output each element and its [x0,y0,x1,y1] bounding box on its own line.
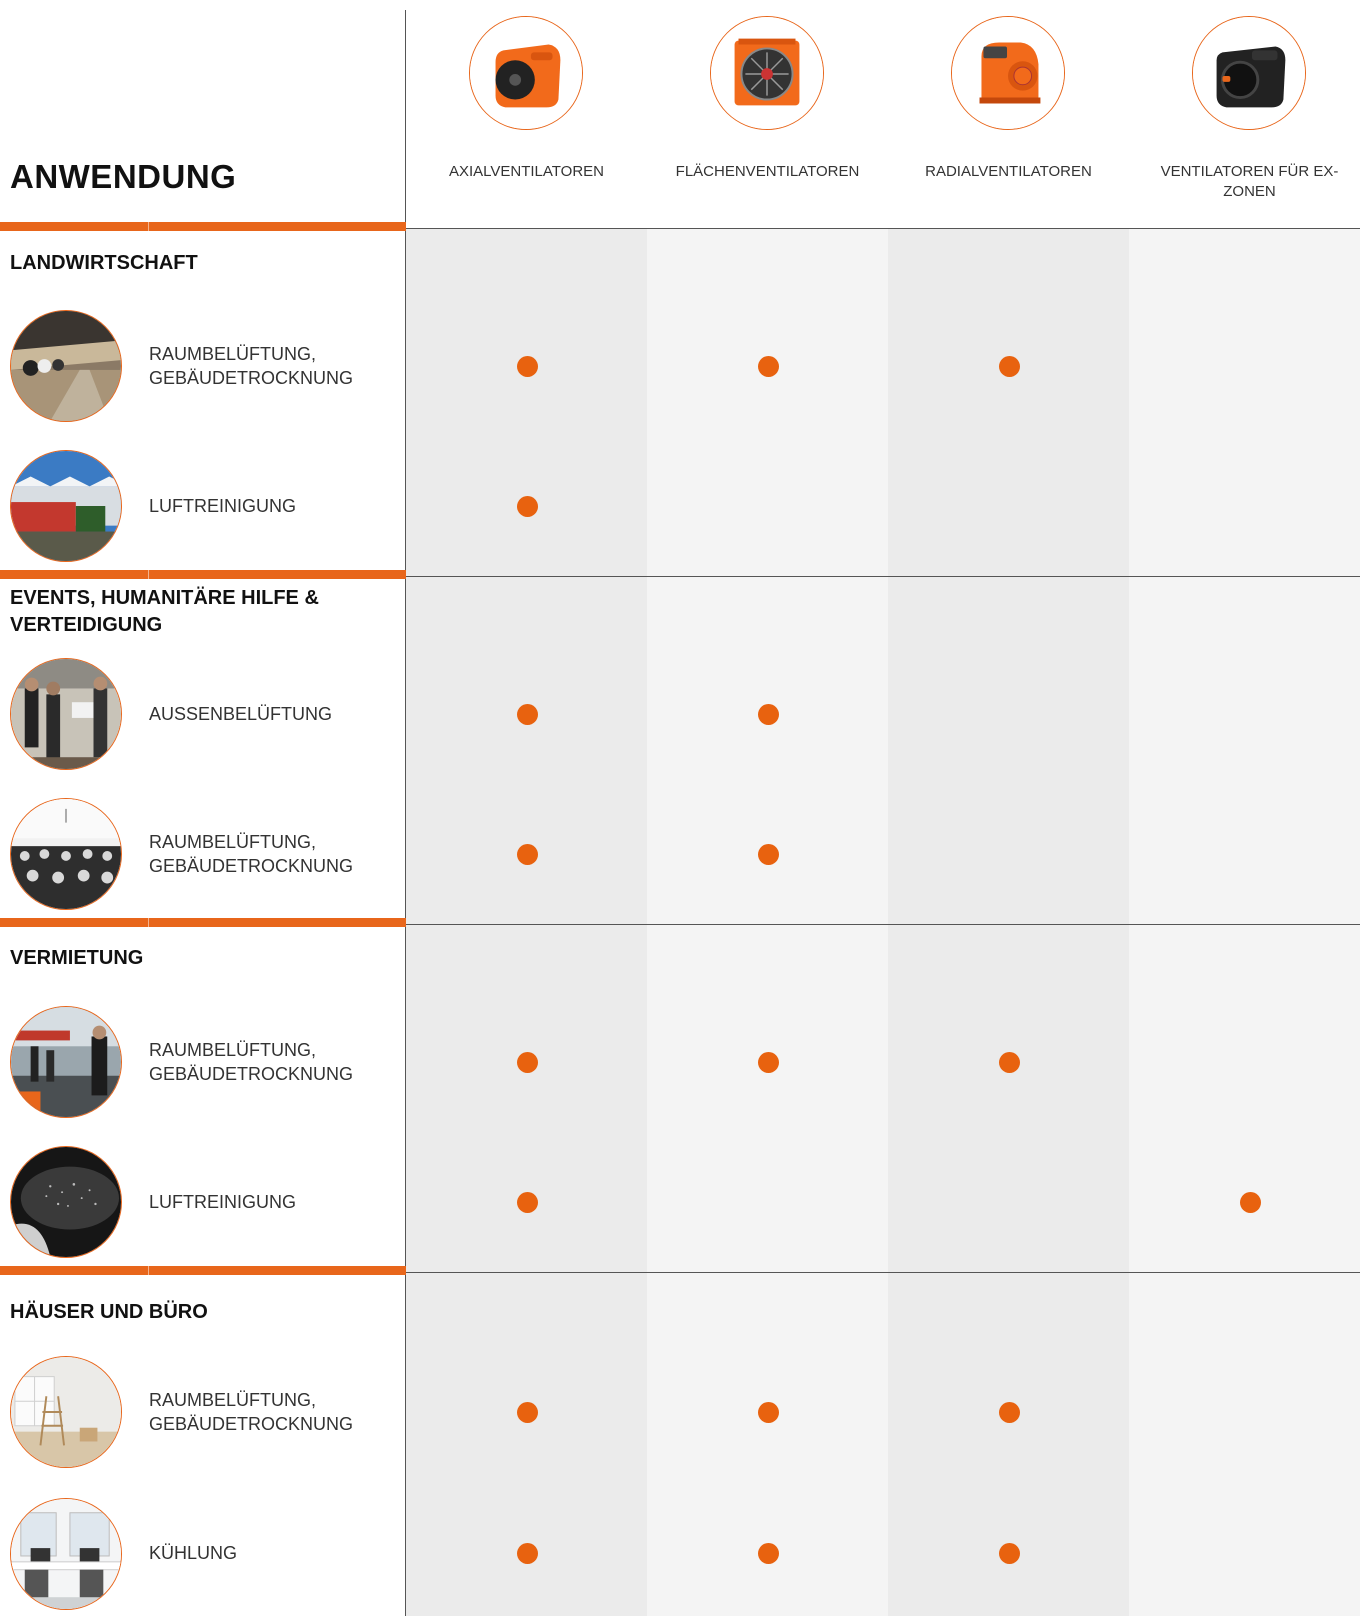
row-divider [406,228,1360,229]
application-label: RAUMBELÜFTUNG, GEBÄUDETROCKNUNG [149,1390,354,1434]
section-divider-bar [0,222,406,231]
section-title: VERMIETUNG [10,947,144,969]
product-column-header: RADIALVENTILATOREN [888,0,1129,228]
applicability-dot [516,356,538,377]
applicability-dot [516,1192,538,1213]
axial-fan-icon [469,16,583,130]
application-label: AUSSENBELÜFTUNG [149,704,333,724]
event-hall-photo [10,798,122,910]
applicability-dot [998,1402,1020,1423]
empty-room-photo [10,1356,122,1468]
applicability-dot [998,1052,1020,1073]
application-label: RAUMBELÜFTUNG, GEBÄUDETROCKNUNG [149,1040,354,1084]
applicability-dot [757,844,779,865]
application-label: RAUMBELÜFTUNG, GEBÄUDETROCKNUNG [149,344,354,388]
applicability-dot [757,1543,779,1564]
applicability-dot [516,496,538,517]
event-people-photo [10,658,122,770]
section-divider-bar [0,1266,406,1275]
applicability-dot [757,1402,779,1423]
section-divider-notch [148,570,149,579]
applicability-dot [998,1543,1020,1564]
ex-zone-fan-icon [1192,16,1306,130]
application-label: LUFTREINIGUNG [149,1192,297,1212]
radial-blower-icon [951,16,1065,130]
row-divider [406,1272,1360,1273]
page-title: ANWENDUNG [10,158,237,195]
application-label: LUFTREINIGUNG [149,496,297,516]
product-column-header: AXIALVENTILATOREN [406,0,647,228]
product-column-header: FLÄCHENVENTILATOREN [647,0,888,228]
applicability-dot [516,844,538,865]
greenhouse-photo [10,450,122,562]
section-title: EVENTS, HUMANITÄRE HILFE & VERTEIDIGUNG [10,587,319,636]
applicability-dot [516,1052,538,1073]
column-band [1129,228,1360,1616]
product-label: VENTILATOREN FÜR EX-ZONEN [1160,163,1339,200]
section-title: HÄUSER UND BÜRO [10,1301,208,1323]
applicability-dot [1239,1192,1261,1213]
product-label: AXIALVENTILATOREN [448,163,605,180]
section-divider-bar [0,918,406,927]
applicability-dot [516,1402,538,1423]
office-photo [10,1498,122,1610]
area-fan-icon [710,16,824,130]
applicability-dot [757,356,779,377]
row-divider [406,924,1360,925]
product-label: RADIALVENTILATOREN [925,163,1092,180]
section-divider-notch [148,918,149,927]
section-divider-notch [148,222,149,231]
barn-photo [10,310,122,422]
applicability-dot [998,356,1020,377]
applicability-dot [516,1543,538,1564]
section-divider-notch [148,1266,149,1275]
product-column-header: VENTILATOREN FÜR EX-ZONEN [1129,0,1360,228]
applicability-dot [516,704,538,725]
applicability-dot [757,1052,779,1073]
dust-photo [10,1146,122,1258]
product-label: FLÄCHENVENTILATOREN [675,163,860,180]
application-label: RAUMBELÜFTUNG, GEBÄUDETROCKNUNG [149,832,354,876]
rental-hall-photo [10,1006,122,1118]
row-divider [406,576,1360,577]
section-divider-bar [0,570,406,579]
applicability-dot [757,704,779,725]
section-title: LANDWIRTSCHAFT [10,252,198,274]
application-label: KÜHLUNG [149,1543,238,1563]
